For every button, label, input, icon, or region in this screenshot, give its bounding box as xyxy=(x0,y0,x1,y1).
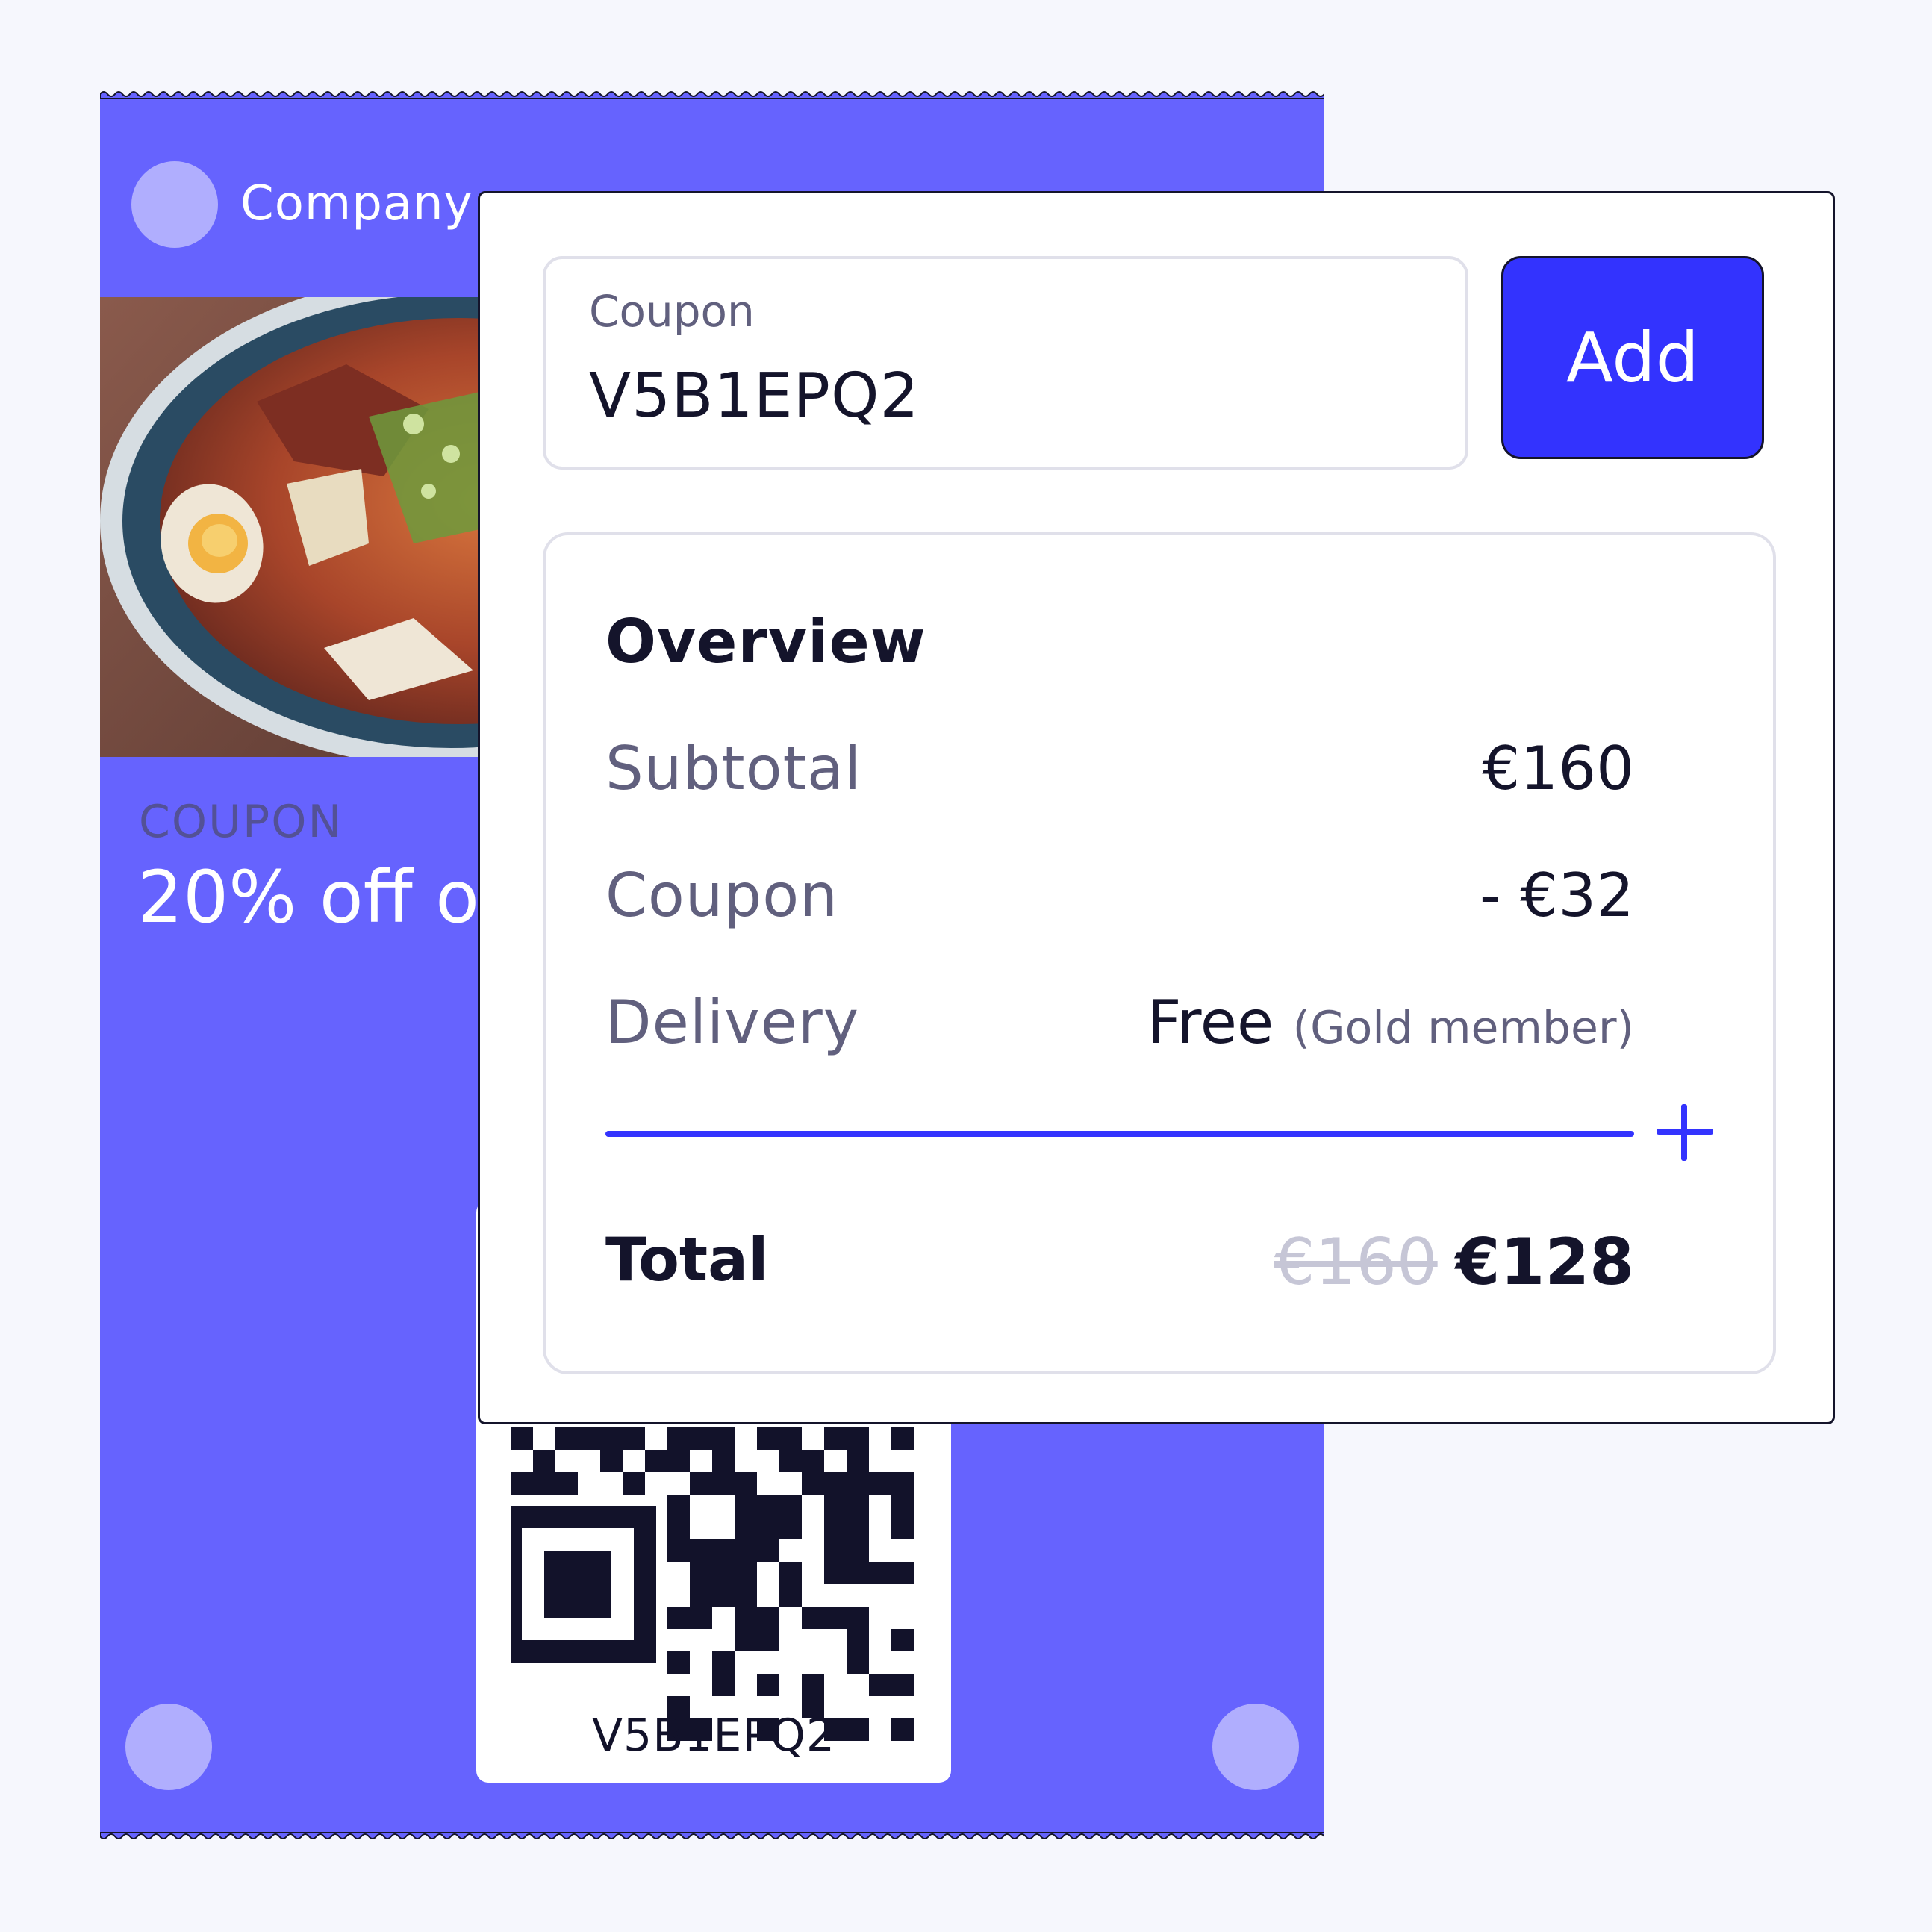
coupon-discount-value: - €32 xyxy=(1480,861,1634,930)
ticket-kicker: COUPON xyxy=(139,796,343,848)
coupon-input-value[interactable]: V5B1EPQ2 xyxy=(589,361,920,431)
brand-name: Company xyxy=(240,176,473,231)
overview-title: Overview xyxy=(605,607,926,676)
ticket-perforation-top xyxy=(100,91,1324,99)
food-image xyxy=(100,297,518,757)
ticket-hole-right xyxy=(1212,1704,1299,1790)
total-old-price: €160 xyxy=(1274,1225,1438,1300)
add-coupon-button[interactable]: Add xyxy=(1501,256,1764,459)
delivery-note: (Gold member) xyxy=(1292,1002,1634,1054)
delivery-price: Free xyxy=(1147,988,1274,1057)
coupon-discount-label: Coupon xyxy=(605,861,838,930)
delivery-value: Free (Gold member) xyxy=(1147,988,1634,1057)
delivery-label: Delivery xyxy=(605,988,860,1057)
overview-divider xyxy=(605,1131,1634,1137)
coupon-input[interactable]: Coupon V5B1EPQ2 xyxy=(543,256,1468,470)
ticket-headline: 20% off or xyxy=(137,856,509,939)
brand-logo-dot xyxy=(131,161,218,248)
ticket-hole-left xyxy=(125,1704,212,1790)
subtotal-value: €160 xyxy=(1482,734,1634,803)
qr-code-icon xyxy=(511,1427,914,1741)
total-value: €160 €128 xyxy=(1274,1225,1634,1300)
plus-icon[interactable] xyxy=(1657,1104,1713,1161)
subtotal-label: Subtotal xyxy=(605,734,862,803)
coupon-input-label: Coupon xyxy=(589,286,755,337)
order-overview: Overview Subtotal €160 Coupon - €32 Deli… xyxy=(543,532,1776,1374)
checkout-panel: Coupon V5B1EPQ2 Add Overview Subtotal €1… xyxy=(478,191,1835,1424)
total-new-price: €128 xyxy=(1455,1225,1634,1300)
total-label: Total xyxy=(605,1225,769,1294)
qr-code-text: V5B1EPQ2 xyxy=(591,1710,836,1762)
ticket-perforation-bottom xyxy=(100,1832,1324,1839)
